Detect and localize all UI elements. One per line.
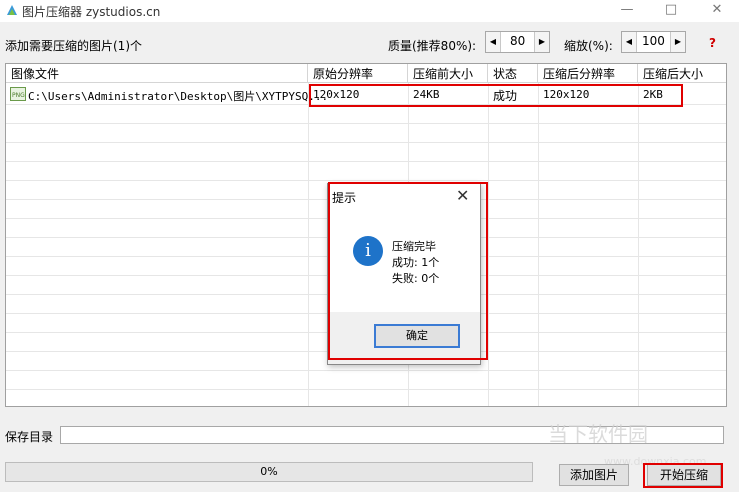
add-image-button[interactable]: 添加图片: [559, 464, 629, 486]
quality-increase-icon[interactable]: ▶: [534, 32, 549, 52]
column-header-new-size[interactable]: 压缩后大小: [638, 64, 726, 83]
column-header-orig-size[interactable]: 压缩前大小: [408, 64, 488, 83]
grid-line: [6, 180, 726, 181]
svg-text:PNG: PNG: [12, 92, 25, 99]
grid-line: [6, 370, 726, 371]
scale-value[interactable]: 100: [642, 34, 665, 48]
scale-increase-icon[interactable]: ▶: [670, 32, 685, 52]
grid-line: [6, 389, 726, 390]
highlight-box: [309, 84, 683, 107]
window-title: 图片压缩器 zystudios.cn: [22, 5, 161, 19]
grid-line: [6, 142, 726, 143]
column-line: [488, 83, 489, 406]
highlight-box: [643, 463, 723, 488]
grid-line: [6, 161, 726, 162]
progress-text: 0%: [260, 465, 278, 478]
save-dir-label: 保存目录: [5, 430, 54, 444]
column-header-status[interactable]: 状态: [488, 64, 538, 83]
maximize-icon[interactable]: □: [649, 0, 693, 22]
close-icon[interactable]: ✕: [695, 0, 739, 22]
added-count-label: 添加需要压缩的图片(1)个: [5, 39, 142, 53]
highlight-box: [328, 182, 488, 360]
app-icon: [7, 5, 17, 15]
png-file-icon: PNG: [10, 87, 26, 101]
column-header-file[interactable]: 图像文件: [6, 64, 308, 83]
progress-bar: 0%: [5, 462, 533, 482]
grid-line: [6, 123, 726, 124]
scale-stepper[interactable]: ◀ 100 ▶: [621, 31, 686, 53]
column-header-new-res[interactable]: 压缩后分辨率: [538, 64, 638, 83]
help-icon[interactable]: ?: [709, 36, 716, 50]
title-bar: 图片压缩器 zystudios.cn — □ ✕: [0, 0, 739, 22]
column-line: [638, 83, 639, 406]
scale-label: 缩放(%):: [564, 39, 613, 53]
quality-decrease-icon[interactable]: ◀: [486, 32, 501, 52]
row-file-path[interactable]: C:\Users\Administrator\Desktop\图片\XYTPYS…: [28, 88, 328, 104]
quality-label: 质量(推荐80%):: [388, 39, 477, 53]
quality-value[interactable]: 80: [510, 34, 525, 48]
minimize-icon[interactable]: —: [605, 0, 649, 22]
column-line: [538, 83, 539, 406]
quality-stepper[interactable]: ◀ 80 ▶: [485, 31, 550, 53]
column-header-orig-res[interactable]: 原始分辨率: [308, 64, 408, 83]
column-line: [308, 83, 309, 406]
scale-decrease-icon[interactable]: ◀: [622, 32, 637, 52]
watermark-text: 当下软件园: [548, 422, 648, 446]
